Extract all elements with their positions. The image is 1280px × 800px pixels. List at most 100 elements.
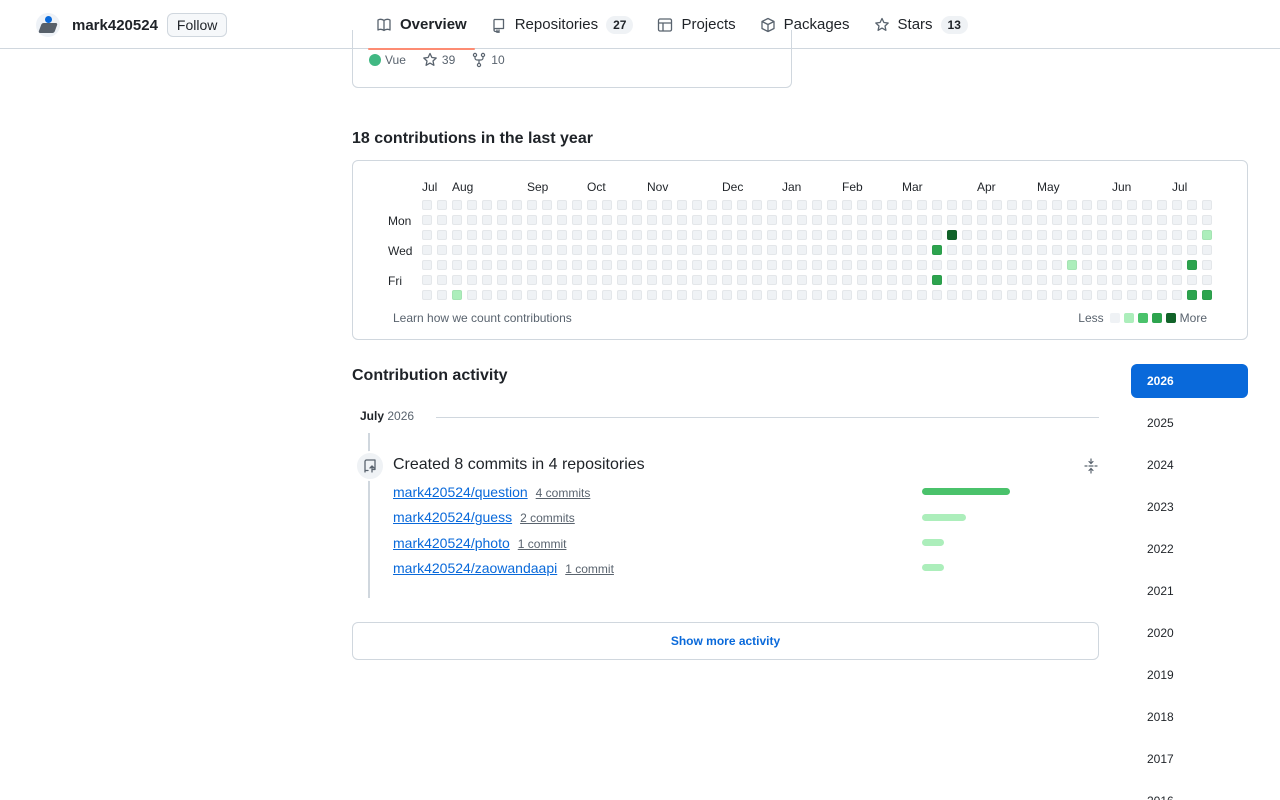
contribution-day[interactable] (947, 275, 957, 285)
contribution-day[interactable] (527, 275, 537, 285)
contribution-day[interactable] (677, 275, 687, 285)
contribution-day[interactable] (422, 275, 432, 285)
contribution-day[interactable] (827, 260, 837, 270)
contribution-day[interactable] (917, 230, 927, 240)
contribution-day[interactable] (527, 260, 537, 270)
contribution-day[interactable] (512, 260, 522, 270)
contribution-day[interactable] (542, 230, 552, 240)
contribution-day[interactable] (707, 215, 717, 225)
contribution-day[interactable] (917, 260, 927, 270)
contribution-day[interactable] (647, 230, 657, 240)
contribution-day[interactable] (962, 200, 972, 210)
contribution-day[interactable] (992, 215, 1002, 225)
contribution-day[interactable] (1007, 230, 1017, 240)
contribution-day[interactable] (602, 290, 612, 300)
contribution-day[interactable] (1097, 215, 1107, 225)
contribution-day[interactable] (1112, 260, 1122, 270)
contribution-day[interactable] (677, 245, 687, 255)
year-link[interactable]: 2017 (1131, 742, 1248, 776)
year-link[interactable]: 2020 (1131, 616, 1248, 650)
contribution-day[interactable] (632, 260, 642, 270)
contribution-day[interactable] (797, 230, 807, 240)
contribution-day[interactable] (752, 215, 762, 225)
contribution-day[interactable] (422, 230, 432, 240)
repo-link[interactable]: mark420524/guess (393, 509, 512, 525)
commit-count-link[interactable]: 1 commit (565, 562, 614, 576)
contribution-day[interactable] (1187, 245, 1197, 255)
contribution-day[interactable] (1127, 245, 1137, 255)
contribution-day[interactable] (917, 245, 927, 255)
year-link[interactable]: 2026 (1131, 364, 1248, 398)
contribution-day[interactable] (1157, 275, 1167, 285)
contribution-day[interactable] (677, 260, 687, 270)
contribution-day[interactable] (497, 215, 507, 225)
contribution-day[interactable] (887, 215, 897, 225)
contribution-day[interactable] (962, 230, 972, 240)
contribution-day[interactable] (812, 260, 822, 270)
contribution-day[interactable] (1052, 245, 1062, 255)
contribution-day[interactable] (467, 275, 477, 285)
contribution-day[interactable] (452, 275, 462, 285)
contribution-day[interactable] (827, 215, 837, 225)
contribution-day[interactable] (1187, 260, 1197, 270)
contribution-day[interactable] (1067, 230, 1077, 240)
contribution-day[interactable] (527, 245, 537, 255)
contribution-day[interactable] (632, 230, 642, 240)
contribution-day[interactable] (722, 215, 732, 225)
contribution-day[interactable] (1142, 200, 1152, 210)
contribution-day[interactable] (767, 260, 777, 270)
contribution-day[interactable] (767, 245, 777, 255)
contribution-day[interactable] (797, 245, 807, 255)
repo-stars-link[interactable]: 39 (422, 52, 455, 68)
contribution-day[interactable] (692, 200, 702, 210)
contribution-day[interactable] (1037, 275, 1047, 285)
tab-stars[interactable]: Stars 13 (866, 0, 976, 49)
contribution-day[interactable] (917, 215, 927, 225)
contribution-day[interactable] (572, 230, 582, 240)
contribution-day[interactable] (977, 260, 987, 270)
contribution-day[interactable] (722, 275, 732, 285)
contribution-day[interactable] (1007, 200, 1017, 210)
contribution-day[interactable] (992, 275, 1002, 285)
contribution-day[interactable] (1067, 245, 1077, 255)
contribution-day[interactable] (542, 215, 552, 225)
commit-count-link[interactable]: 1 commit (518, 537, 567, 551)
contribution-day[interactable] (1142, 275, 1152, 285)
contribution-day[interactable] (887, 245, 897, 255)
contribution-day[interactable] (752, 260, 762, 270)
contribution-day[interactable] (842, 275, 852, 285)
contribution-day[interactable] (1172, 290, 1182, 300)
contribution-day[interactable] (692, 290, 702, 300)
contribution-day[interactable] (467, 260, 477, 270)
contribution-day[interactable] (527, 200, 537, 210)
contribution-day[interactable] (827, 275, 837, 285)
contribution-day[interactable] (1187, 230, 1197, 240)
contribution-day[interactable] (617, 245, 627, 255)
contribution-day[interactable] (1082, 275, 1092, 285)
contribution-day[interactable] (1202, 275, 1212, 285)
contribution-day[interactable] (857, 290, 867, 300)
contribution-day[interactable] (602, 275, 612, 285)
contribution-day[interactable] (437, 245, 447, 255)
contribution-day[interactable] (422, 260, 432, 270)
contribution-day[interactable] (1037, 245, 1047, 255)
contribution-day[interactable] (902, 200, 912, 210)
contribution-day[interactable] (737, 245, 747, 255)
contribution-day[interactable] (977, 215, 987, 225)
contribution-day[interactable] (692, 260, 702, 270)
contribution-day[interactable] (482, 260, 492, 270)
contribution-day[interactable] (782, 245, 792, 255)
contribution-day[interactable] (512, 200, 522, 210)
contribution-day[interactable] (797, 275, 807, 285)
contribution-day[interactable] (662, 260, 672, 270)
contribution-day[interactable] (1082, 260, 1092, 270)
contribution-day[interactable] (497, 245, 507, 255)
contribution-day[interactable] (707, 245, 717, 255)
contribution-day[interactable] (467, 245, 477, 255)
contribution-day[interactable] (1172, 275, 1182, 285)
contribution-day[interactable] (1172, 230, 1182, 240)
contribution-day[interactable] (1142, 260, 1152, 270)
contribution-day[interactable] (1037, 200, 1047, 210)
contribution-day[interactable] (782, 290, 792, 300)
contribution-day[interactable] (962, 245, 972, 255)
